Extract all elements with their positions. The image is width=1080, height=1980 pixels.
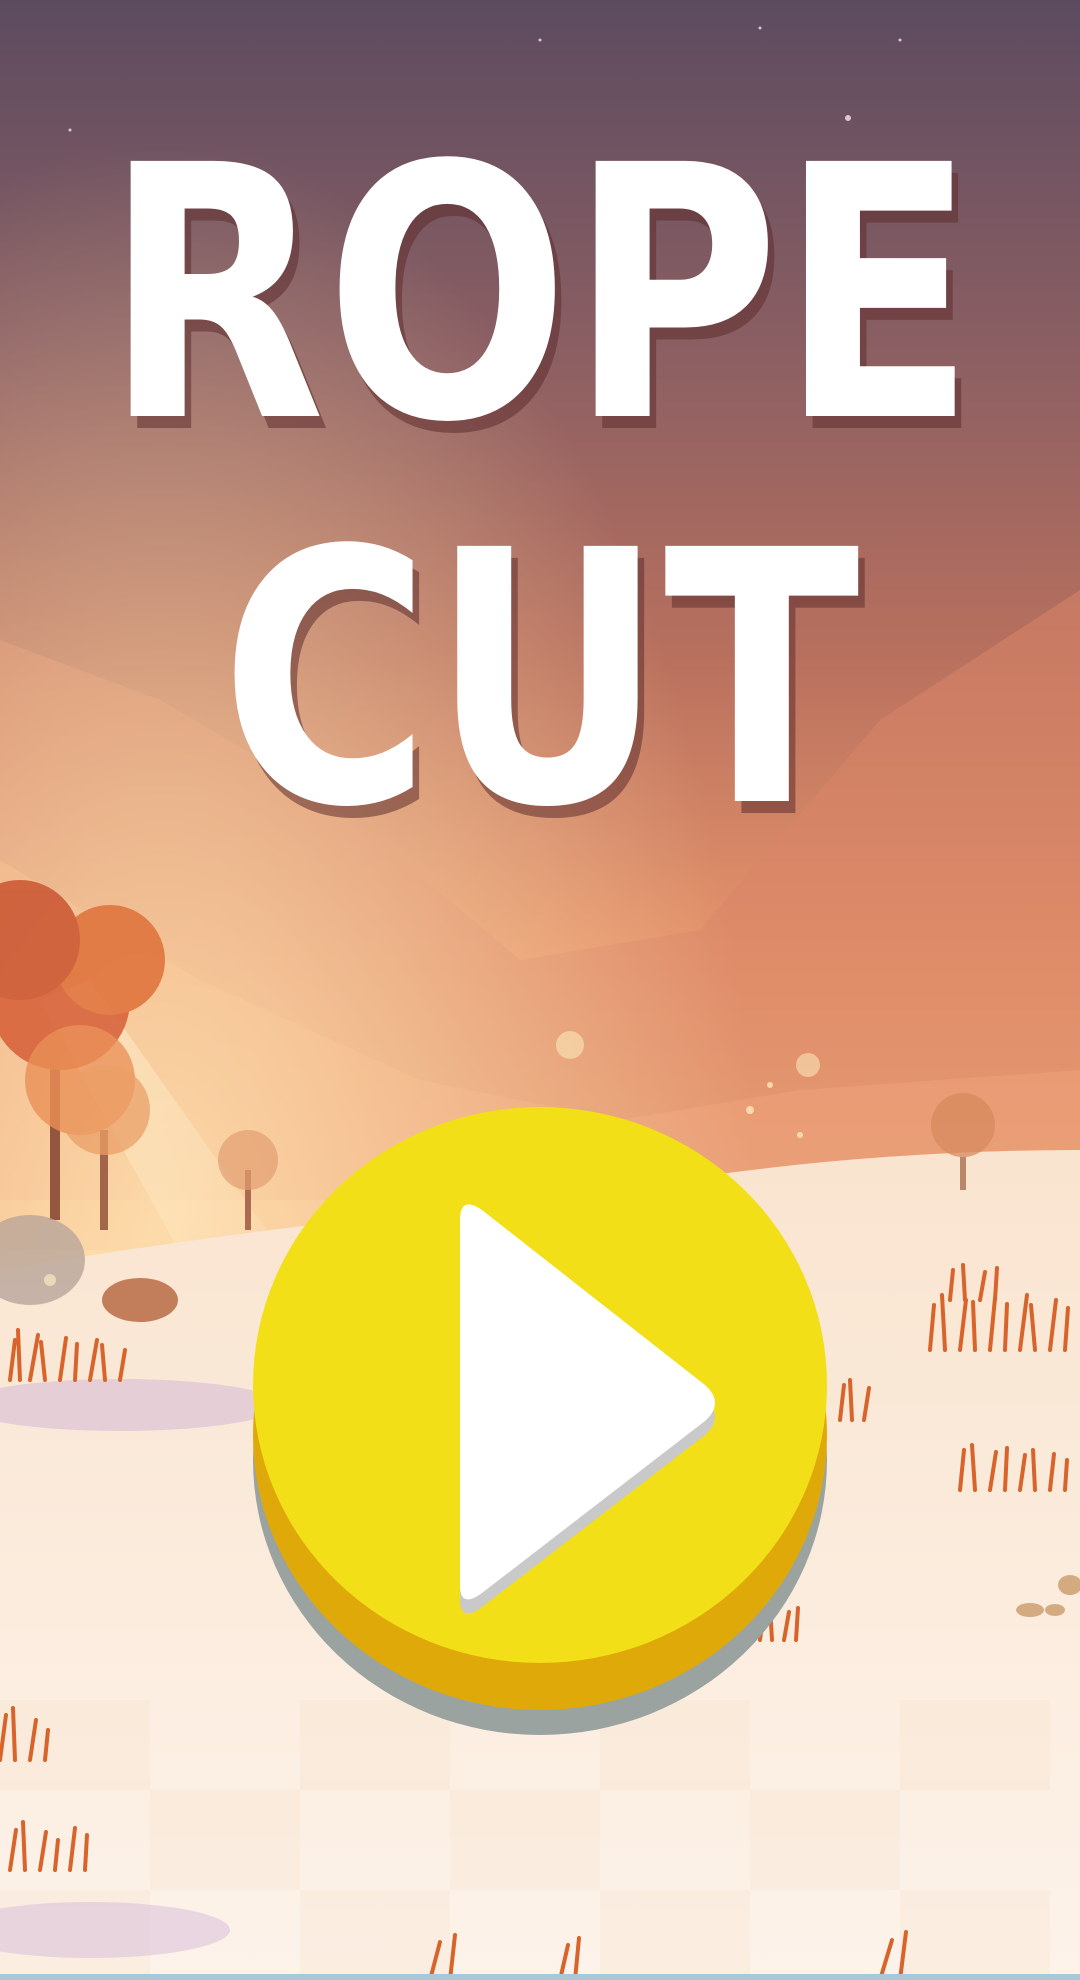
play-button[interactable] (250, 1095, 830, 1735)
game-title-line-cut: CUT (220, 476, 860, 884)
bottom-edge-strip (0, 1974, 1080, 1980)
game-start-screen: ROPE CUT (0, 0, 1080, 1980)
play-button-graphic (253, 1107, 827, 1735)
game-title-line-rope: ROPE (104, 91, 976, 499)
